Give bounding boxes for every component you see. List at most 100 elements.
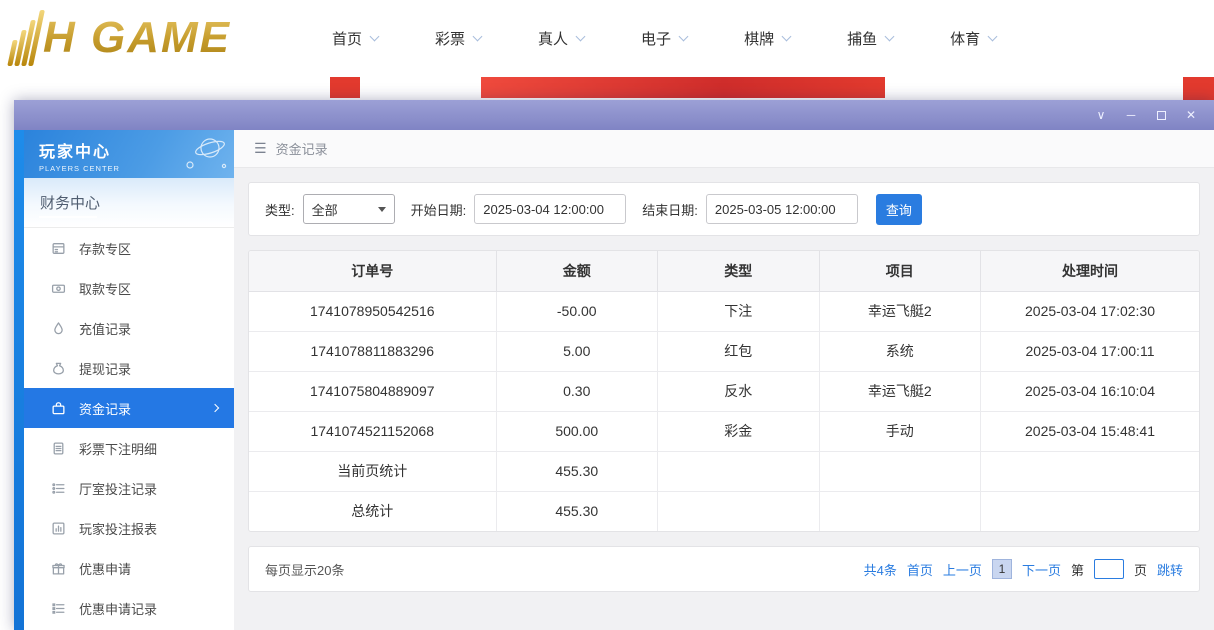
cell-order-id: 1741078950542516 bbox=[249, 291, 496, 331]
finance-center-label: 财务中心 bbox=[40, 192, 100, 213]
cell-order-id: 1741078811883296 bbox=[249, 331, 496, 371]
next-page-link[interactable]: 下一页 bbox=[1022, 560, 1061, 579]
jump-prefix-label: 第 bbox=[1071, 560, 1084, 579]
droplet-icon bbox=[50, 320, 66, 336]
type-select-value: 全部 bbox=[312, 200, 338, 219]
list-icon bbox=[50, 480, 66, 496]
cell-type: 反水 bbox=[658, 371, 820, 411]
nav-label: 电子 bbox=[641, 28, 671, 49]
sidebar-item-withdrawal-records[interactable]: 提现记录 bbox=[24, 348, 234, 388]
nav-item-home[interactable]: 首页 bbox=[332, 28, 378, 49]
cell-order-id: 1741075804889097 bbox=[249, 371, 496, 411]
nav-item-board-games[interactable]: 棋牌 bbox=[744, 28, 790, 49]
cell-amount: 455.30 bbox=[496, 491, 658, 531]
logo-text: H GAME bbox=[43, 10, 231, 66]
sidebar-item-recharge-records[interactable]: 充值记录 bbox=[24, 308, 234, 348]
end-date-label: 结束日期: bbox=[642, 200, 698, 219]
background-banner-strip bbox=[0, 76, 1214, 102]
window-close-icon[interactable]: ✕ bbox=[1176, 100, 1206, 130]
col-type: 类型 bbox=[658, 251, 820, 291]
chevron-down-icon bbox=[988, 31, 998, 41]
planet-decoration-icon bbox=[180, 132, 230, 176]
current-page-button[interactable]: 1 bbox=[992, 559, 1012, 579]
sidebar-item-withdraw[interactable]: 取款专区 bbox=[24, 268, 234, 308]
start-date-label: 开始日期: bbox=[411, 200, 467, 219]
nav-item-live[interactable]: 真人 bbox=[538, 28, 584, 49]
sidebar-item-funds-records[interactable]: 资金记录 bbox=[24, 388, 234, 428]
breadcrumb-label: 资金记录 bbox=[276, 139, 328, 158]
bar-chart-icon bbox=[50, 520, 66, 536]
first-page-link[interactable]: 首页 bbox=[907, 560, 933, 579]
filter-bar: 类型: 全部 开始日期: 结束日期: 查询 bbox=[248, 182, 1200, 236]
nav-label: 棋牌 bbox=[744, 28, 774, 49]
site-logo[interactable]: H GAME bbox=[10, 10, 280, 66]
banner-fragment bbox=[330, 77, 360, 98]
nav-label: 彩票 bbox=[435, 28, 465, 49]
table-row: 1741078950542516 -50.00 下注 幸运飞艇2 2025-03… bbox=[249, 291, 1199, 331]
sidebar-item-label: 提现记录 bbox=[79, 359, 131, 378]
prev-page-link[interactable]: 上一页 bbox=[943, 560, 982, 579]
nav-item-lottery[interactable]: 彩票 bbox=[435, 28, 481, 49]
cell-type: 红包 bbox=[658, 331, 820, 371]
funds-table-card: 订单号 金额 类型 项目 处理时间 1741078950542516 -50.0… bbox=[248, 250, 1200, 532]
query-button[interactable]: 查询 bbox=[876, 194, 922, 225]
menu-icon[interactable]: ☰ bbox=[254, 140, 267, 157]
chevron-down-icon bbox=[782, 31, 792, 41]
end-date-input[interactable] bbox=[706, 194, 858, 224]
cell-summary-label: 当前页统计 bbox=[249, 451, 496, 491]
sidebar-item-lottery-bet-details[interactable]: 彩票下注明细 bbox=[24, 428, 234, 468]
window-maximize-icon[interactable] bbox=[1146, 100, 1176, 130]
window-body: 玩家中心 PLAYERS CENTER 财务中心 bbox=[14, 130, 1214, 630]
sidebar-item-deposit[interactable]: 存款专区 bbox=[24, 228, 234, 268]
nav-item-fishing[interactable]: 捕鱼 bbox=[847, 28, 893, 49]
jump-button[interactable]: 跳转 bbox=[1157, 560, 1183, 579]
sidebar-item-promo-apply-records[interactable]: 优惠申请记录 bbox=[24, 588, 234, 628]
cell-empty bbox=[819, 491, 981, 531]
table-row: 1741075804889097 0.30 反水 幸运飞艇2 2025-03-0… bbox=[249, 371, 1199, 411]
chevron-down-icon bbox=[370, 31, 380, 41]
cell-type: 彩金 bbox=[658, 411, 820, 451]
window-minimize-icon[interactable]: ─ bbox=[1116, 100, 1146, 130]
cell-amount: 5.00 bbox=[496, 331, 658, 371]
cell-empty bbox=[981, 451, 1200, 491]
banner-fragment bbox=[481, 77, 885, 98]
window-collapse-icon[interactable]: ∨ bbox=[1086, 100, 1116, 130]
cell-time: 2025-03-04 17:00:11 bbox=[981, 331, 1200, 371]
gift-icon bbox=[50, 560, 66, 576]
cell-amount: 500.00 bbox=[496, 411, 658, 451]
cell-project: 系统 bbox=[819, 331, 981, 371]
sidebar-item-promo-apply[interactable]: 优惠申请 bbox=[24, 548, 234, 588]
sidebar: 玩家中心 PLAYERS CENTER 财务中心 bbox=[14, 130, 234, 630]
nav-label: 真人 bbox=[538, 28, 568, 49]
select-arrow-icon bbox=[378, 207, 386, 212]
player-center-window: ∨ ─ ✕ 玩家中心 PLAYERS CENTER bbox=[14, 100, 1214, 630]
type-select[interactable]: 全部 bbox=[303, 194, 395, 224]
sidebar-item-label: 优惠申请记录 bbox=[79, 599, 157, 618]
pager: 共4条 首页 上一页 1 下一页 第 页 跳转 bbox=[864, 559, 1183, 579]
col-amount: 金额 bbox=[496, 251, 658, 291]
jump-page-input[interactable] bbox=[1094, 559, 1124, 579]
nav-item-sports[interactable]: 体育 bbox=[950, 28, 996, 49]
nav-item-slots[interactable]: 电子 bbox=[641, 28, 687, 49]
chevron-down-icon bbox=[885, 31, 895, 41]
page-root: H GAME 首页 彩票 真人 电子 棋牌 捕鱼 体育 ∨ ─ ✕ bbox=[0, 0, 1214, 630]
pagination-bar: 每页显示20条 共4条 首页 上一页 1 下一页 第 页 跳转 bbox=[248, 546, 1200, 592]
main-content: ☰ 资金记录 类型: 全部 开始日期: 结束日期: bbox=[234, 130, 1214, 630]
start-date-input[interactable] bbox=[474, 194, 626, 224]
sidebar-item-hall-bet-records[interactable]: 厅室投注记录 bbox=[24, 468, 234, 508]
logo-mark-icon bbox=[10, 10, 39, 66]
cell-summary-label: 总统计 bbox=[249, 491, 496, 531]
list-icon bbox=[50, 600, 66, 616]
cell-time: 2025-03-04 15:48:41 bbox=[981, 411, 1200, 451]
deposit-card-icon bbox=[50, 240, 66, 256]
sidebar-item-label: 优惠申请 bbox=[79, 559, 131, 578]
chevron-down-icon bbox=[679, 31, 689, 41]
total-count: 共4条 bbox=[864, 560, 897, 579]
sidebar-item-label: 玩家投注报表 bbox=[79, 519, 157, 538]
cell-time: 2025-03-04 16:10:04 bbox=[981, 371, 1200, 411]
table-row: 1741078811883296 5.00 红包 系统 2025-03-04 1… bbox=[249, 331, 1199, 371]
players-center-header: 玩家中心 PLAYERS CENTER bbox=[24, 130, 234, 178]
sidebar-item-player-bet-report[interactable]: 玩家投注报表 bbox=[24, 508, 234, 548]
nav-label: 捕鱼 bbox=[847, 28, 877, 49]
sidebar-item-label: 彩票下注明细 bbox=[79, 439, 157, 458]
